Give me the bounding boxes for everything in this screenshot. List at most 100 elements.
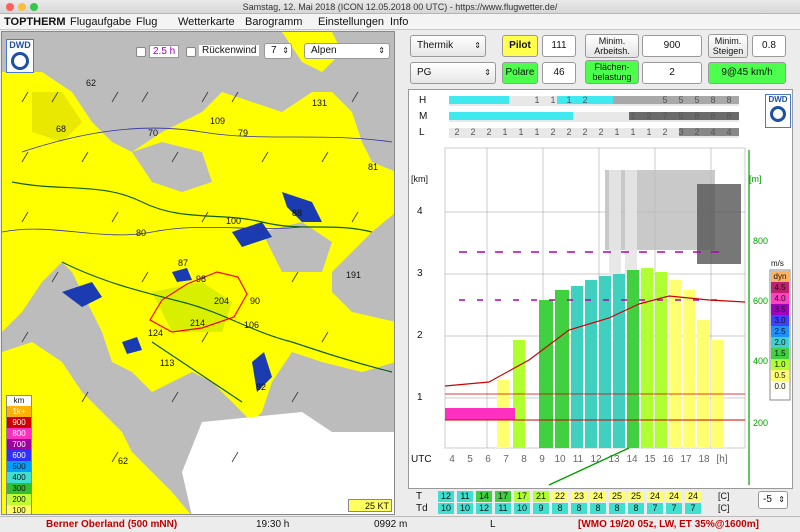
x-tick: 14 [626, 454, 638, 465]
x-tick: [h] [716, 454, 728, 465]
time-checkbox-label: 2.5 h [149, 45, 180, 58]
weather-map[interactable]: 62 131 68 70 109 79 81 80 100 88 87 98 1… [1, 31, 395, 515]
dewpoint-cell: 8 [609, 503, 625, 514]
close-window-button[interactable] [6, 3, 14, 11]
menu-info[interactable]: Info [390, 14, 408, 30]
temperature-cell: 17 [514, 491, 530, 502]
cloud-cover-value: 1 [534, 95, 540, 105]
temperature-cell: 24 [685, 491, 701, 502]
menu-toptherm[interactable]: TOPTHERM [4, 14, 66, 30]
map-label: 191 [346, 270, 362, 280]
cloud-cover-value: 1 [502, 127, 508, 137]
map-label: 100 [226, 216, 242, 226]
map-label: 62 [86, 78, 97, 88]
cloud-cover-value: 2 [694, 127, 700, 137]
climb-legend-item: 0.0 [771, 381, 789, 392]
altitude-legend: km 1k+ 900 800 700 600 500 400 300 200 100 [6, 395, 32, 514]
wing-load-field[interactable]: 2 [642, 62, 702, 84]
menu-flugaufgabe[interactable]: Flugaufgabe [70, 14, 131, 30]
cloud-cover-value: 2 [646, 111, 652, 121]
y-tick-left: 4 [417, 206, 423, 217]
map-label: 81 [368, 162, 379, 172]
cloud-cover-value: 1 [534, 127, 540, 137]
min-work-field[interactable]: 900 [642, 35, 702, 57]
cloud-cover-value: 8 [726, 111, 732, 121]
window-titlebar: Samstag, 12. Mai 2018 (ICON 12.05.2018 0… [0, 0, 800, 14]
mode-select[interactable]: Thermik ⇕ [410, 35, 486, 57]
status-altitude: 0992 m [374, 519, 408, 530]
select-arrows-icon: ⇕ [474, 41, 481, 50]
level-stepper[interactable]: 7 ⇕ [264, 43, 292, 59]
time-checkbox[interactable] [136, 47, 146, 57]
pilot-weight-field[interactable]: 111 [542, 35, 576, 57]
climb-legend-item: 1.0 [771, 359, 789, 370]
altitude-legend-item: 500 [7, 461, 31, 472]
cloud-cover-value: 2 [582, 95, 588, 105]
dewpoint-cell: 10 [457, 503, 473, 514]
cloud-row-label: L [419, 127, 425, 138]
sounding-diagram[interactable]: H111255588M1275888L222111222211123244 [k… [408, 89, 793, 489]
menu-flug[interactable]: Flug [136, 14, 157, 30]
aircraft-select[interactable]: PG ⇕ [410, 62, 496, 84]
cloud-cover-value: 2 [662, 127, 668, 137]
dwd-logo-small: DWD [765, 94, 791, 128]
cloud-cover-value: 2 [566, 127, 572, 137]
y-tick-right: 600 [753, 296, 769, 306]
min-climb-field[interactable]: 0.8 [752, 35, 786, 57]
menu-einstellungen[interactable]: Einstellungen [318, 14, 384, 30]
climb-legend-item: 4.0 [771, 293, 789, 304]
menu-wetterkarte[interactable]: Wetterkarte [178, 14, 235, 30]
temperature-cell: 23 [571, 491, 587, 502]
dewpoint-cell: 8 [571, 503, 587, 514]
cloud-cover-value: 1 [518, 127, 524, 137]
dewpoint-cell: 7 [685, 503, 701, 514]
altitude-legend-item: 400 [7, 472, 31, 483]
temperature-cell: 24 [647, 491, 663, 502]
y-tick-right: 800 [753, 236, 769, 246]
map-label: 106 [244, 320, 260, 330]
climb-legend-item: 3.5 [771, 304, 789, 315]
map-label: 62 [118, 456, 129, 466]
y-tick-left: 2 [417, 330, 423, 341]
map-label: 80 [136, 228, 147, 238]
altitude-legend-item: 300 [7, 483, 31, 494]
cloud-cover-value: 1 [550, 95, 556, 105]
cloud-row-label: M [419, 111, 428, 122]
y-tick-right: 200 [753, 418, 769, 428]
temperature-cell: 25 [609, 491, 625, 502]
y-tick-right: 400 [753, 356, 769, 366]
temperature-cell: 21 [533, 491, 549, 502]
wind-checkbox[interactable] [186, 47, 196, 57]
x-tick: 17 [680, 454, 692, 465]
altitude-legend-item: 200 [7, 494, 31, 505]
map-label: 87 [178, 258, 189, 268]
x-tick: 5 [467, 454, 473, 465]
polar-field[interactable]: 46 [542, 62, 576, 84]
cloud-cover-value: 1 [630, 111, 636, 121]
cloud-cover-value: 2 [582, 127, 588, 137]
dwd-swirl-icon [11, 52, 29, 70]
climb-legend-item: 2.5 [771, 326, 789, 337]
map-label: 131 [312, 98, 328, 108]
offset-stepper[interactable]: -5 ⇕ [758, 491, 788, 509]
altitude-legend-item: 900 [7, 417, 31, 428]
temperature-cell: 25 [628, 491, 644, 502]
cloud-cover-value: 1 [614, 127, 620, 137]
climb-rate-legend: dyn 4.5 4.0 3.5 3.0 2.5 2.0 1.5 1.0 0.5 0.0 [771, 271, 789, 392]
menu-barogramm[interactable]: Barogramm [245, 14, 302, 30]
dewpoint-cell: 8 [590, 503, 606, 514]
status-location: Berner Oberland (500 mNN) [46, 519, 178, 530]
y-unit-right: [m] [749, 174, 762, 184]
minimize-window-button[interactable] [18, 3, 26, 11]
cloud-cover-value: 5 [694, 95, 700, 105]
altitude-legend-item: 1k+ [7, 406, 31, 417]
region-select[interactable]: Alpen ⇕ [304, 43, 390, 59]
temperature-cell: 24 [590, 491, 606, 502]
dwd-swirl-icon [770, 106, 786, 122]
zoom-window-button[interactable] [30, 3, 38, 11]
cloud-row-label: H [419, 95, 427, 106]
select-arrows-icon: ⇕ [378, 46, 385, 55]
sounding-chart[interactable] [409, 90, 794, 490]
y-tick-left: 1 [417, 392, 423, 403]
map-label: 204 [214, 296, 230, 306]
